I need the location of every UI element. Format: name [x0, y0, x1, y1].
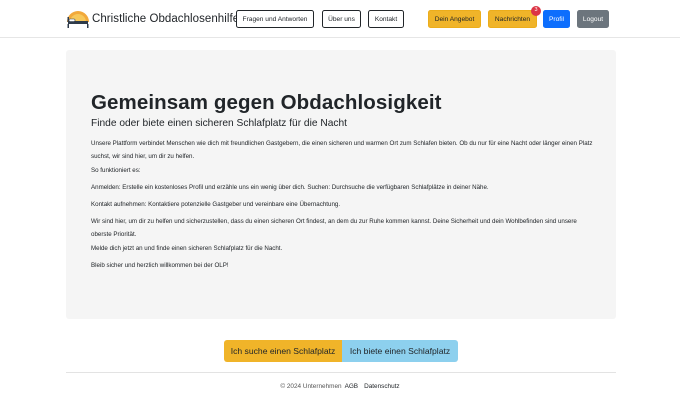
agb-link[interactable]: AGB — [345, 383, 359, 390]
hero-section: Gemeinsam gegen Obdachlosigkeit Finde od… — [66, 50, 616, 319]
signup-paragraph: Melde dich jetzt an und finde einen sich… — [91, 245, 283, 252]
steps-paragraph: Anmelden: Erstelle ein kostenloses Profi… — [91, 184, 489, 191]
footer: © 2024 Unternehmen AGB Datenschutz — [0, 383, 680, 390]
how-it-works-heading: So funktioniert es: — [91, 167, 141, 174]
offer-sleeping-place-button[interactable]: Ich biete einen Schlafplatz — [342, 340, 458, 362]
welcome-paragraph: Bleib sicher und herzlich willkommen bei… — [91, 262, 229, 269]
brand[interactable]: Christliche Obdachlosenhilfe — [66, 8, 239, 30]
sunset-bed-logo-icon — [67, 11, 89, 28]
search-sleeping-place-button[interactable]: Ich suche einen Schlafplatz — [224, 340, 342, 362]
hero-title: Gemeinsam gegen Obdachlosigkeit — [91, 91, 442, 114]
privacy-link[interactable]: Datenschutz — [364, 383, 400, 390]
your-offer-button[interactable]: Dein Angebot — [428, 10, 481, 28]
about-link-button[interactable]: Über uns — [322, 10, 361, 28]
faq-link-button[interactable]: Fragen und Antworten — [236, 10, 314, 28]
safety-paragraph: Wir sind hier, um dir zu helfen und sich… — [91, 218, 577, 238]
messages-button[interactable]: Nachrichten 3 — [488, 6, 541, 28]
messages-label: Nachrichten — [494, 15, 531, 23]
hero-subtitle: Finde oder biete einen sicheren Schlafpl… — [91, 118, 347, 129]
footer-divider — [66, 372, 616, 373]
brand-title: Christliche Obdachlosenhilfe — [92, 13, 240, 25]
navbar: Christliche Obdachlosenhilfe Fragen und … — [0, 0, 680, 38]
logout-button[interactable]: Logout — [577, 10, 609, 28]
profile-button[interactable]: Profil — [543, 10, 570, 28]
intro-paragraph: Unsere Plattform verbindet Menschen wie … — [91, 140, 593, 160]
messages-count-badge: 3 — [531, 6, 541, 16]
copyright-text: © 2024 Unternehmen — [280, 383, 342, 390]
contact-link-button[interactable]: Kontakt — [368, 10, 404, 28]
contact-step-paragraph: Kontakt aufnehmen: Kontaktiere potenziel… — [91, 201, 341, 208]
